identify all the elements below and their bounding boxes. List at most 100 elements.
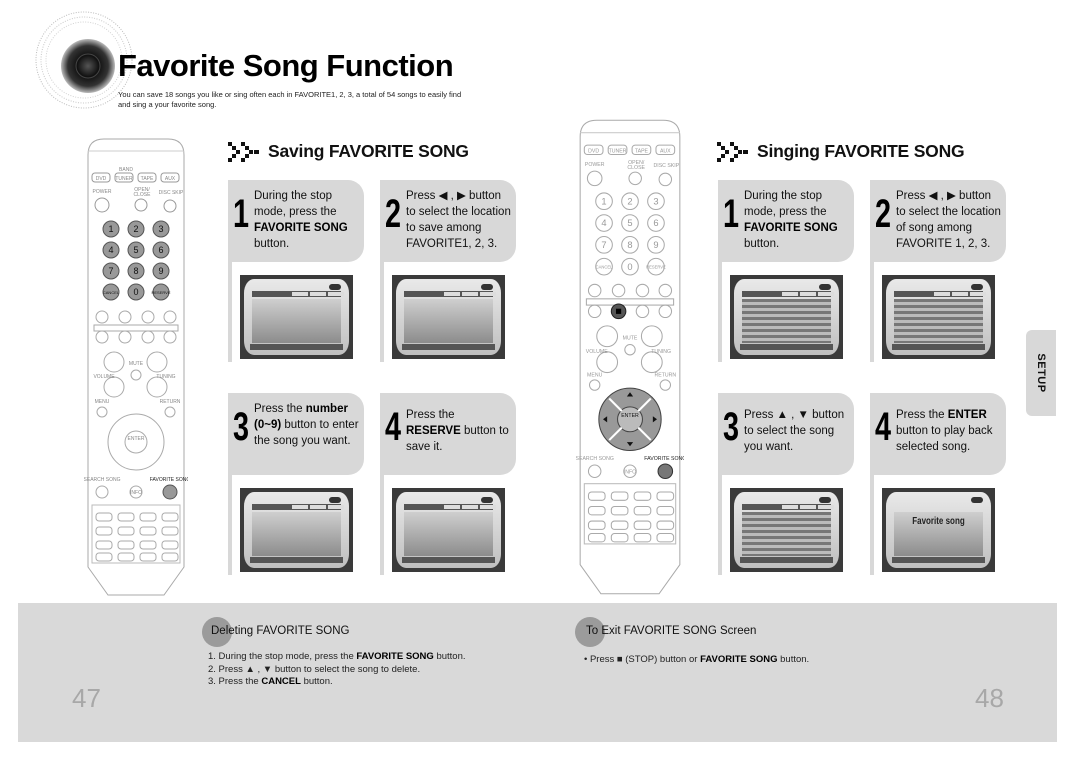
- svg-text:FAVORITE SONG: FAVORITE SONG: [150, 477, 188, 483]
- svg-text:INFO: INFO: [130, 490, 142, 496]
- svg-text:ENTER: ENTER: [621, 413, 639, 419]
- svg-text:TAPE: TAPE: [141, 176, 154, 182]
- svg-text:RETURN: RETURN: [160, 399, 181, 405]
- remote-control-right: DVD TUNER TAPE AUX POWER OPEN/CLOSE DISC S…: [576, 118, 684, 596]
- svg-text:POWER: POWER: [585, 162, 605, 168]
- svg-text:TUNER: TUNER: [609, 148, 627, 154]
- svg-text:SEARCH SONG: SEARCH SONG: [576, 456, 614, 462]
- svg-text:TUNER: TUNER: [115, 176, 133, 182]
- svg-text:3: 3: [158, 224, 163, 234]
- tv-screenshot: Favorite song: [882, 488, 995, 572]
- svg-text:9: 9: [158, 266, 163, 276]
- tv-screenshot: [392, 275, 505, 359]
- setup-tab-label: SETUP: [1035, 353, 1047, 393]
- svg-text:TUNING: TUNING: [651, 349, 671, 355]
- exit-steps: • Press ■ (STOP) button or FAVORITE SONG…: [584, 654, 809, 667]
- double-chevron-icon: [228, 142, 259, 162]
- deleting-title: Deleting FAVORITE SONG: [211, 625, 350, 637]
- page-title: Favorite Song Function: [118, 48, 454, 83]
- saving-heading-text: Saving FAVORITE SONG: [268, 140, 469, 161]
- saving-step-4: 4 Press the RESERVE button to save it.: [380, 393, 516, 575]
- svg-text:DVD: DVD: [588, 148, 599, 154]
- tv-screenshot: [392, 488, 505, 572]
- svg-text:6: 6: [158, 245, 163, 255]
- svg-text:1: 1: [601, 196, 606, 206]
- step-number: 4: [385, 405, 402, 449]
- step-number: 1: [233, 192, 250, 236]
- step-description: Press the ENTER button to play back sele…: [896, 409, 993, 453]
- svg-text:0: 0: [133, 287, 138, 297]
- intro-line-1: You can save 18 songs you like or sing o…: [118, 90, 462, 99]
- step-description: Press ◀ , ▶ button to select the locatio…: [896, 190, 1001, 250]
- svg-text:MENU: MENU: [587, 373, 603, 379]
- svg-text:VOLUME: VOLUME: [586, 349, 608, 355]
- step-description: During the stop mode, press the FAVORITE…: [254, 190, 348, 250]
- svg-text:8: 8: [133, 266, 138, 276]
- svg-text:4: 4: [108, 245, 113, 255]
- svg-text:TAPE: TAPE: [635, 148, 649, 154]
- page-number-right: 48: [975, 683, 1004, 713]
- footer-band: [18, 603, 1057, 742]
- step-number: 2: [385, 192, 402, 236]
- tv-screenshot: [730, 488, 843, 572]
- singing-step-4: 4 Press the ENTER button to play back se…: [870, 393, 1006, 575]
- step-description: Press the RESERVE button to save it.: [406, 409, 509, 453]
- svg-text:0: 0: [627, 262, 632, 272]
- svg-text:RESERVE: RESERVE: [151, 290, 170, 295]
- svg-text:9: 9: [653, 240, 658, 250]
- svg-text:7: 7: [108, 266, 113, 276]
- singing-step-2: 2 Press ◀ , ▶ button to select the locat…: [870, 180, 1006, 362]
- exit-step: • Press ■ (STOP) button or FAVORITE SONG…: [584, 654, 810, 665]
- svg-text:AUX: AUX: [165, 176, 176, 182]
- svg-text:SEARCH SONG: SEARCH SONG: [84, 477, 121, 483]
- step-description: Press the number (0~9) button to enter t…: [254, 403, 359, 447]
- svg-text:CLOSE: CLOSE: [627, 165, 645, 171]
- tv-screenshot: [730, 275, 843, 359]
- singing-heading: Singing FAVORITE SONG: [717, 140, 965, 162]
- svg-text:6: 6: [653, 218, 658, 228]
- svg-text:DVD: DVD: [96, 176, 107, 182]
- tv-screenshot: [882, 275, 995, 359]
- svg-text:INFO: INFO: [624, 469, 636, 475]
- svg-text:RESERVE: RESERVE: [646, 265, 666, 270]
- intro-text: You can save 18 songs you like or sing o…: [118, 90, 508, 110]
- setup-side-tab[interactable]: SETUP: [1026, 330, 1056, 416]
- svg-text:AUX: AUX: [660, 148, 671, 154]
- svg-text:1: 1: [108, 224, 113, 234]
- svg-text:DISC SKIP: DISC SKIP: [654, 163, 680, 169]
- deleting-step: 2. Press ▲ , ▼ button to select the song…: [208, 663, 421, 675]
- svg-text:MUTE: MUTE: [623, 335, 638, 341]
- svg-text:FAVORITE SONG: FAVORITE SONG: [644, 456, 684, 462]
- band-label: BAND: [119, 167, 133, 173]
- saving-heading: Saving FAVORITE SONG: [228, 140, 469, 162]
- svg-text:MENU: MENU: [95, 399, 110, 405]
- step-number: 3: [233, 405, 250, 449]
- remote-body-icon: BAND DVD TUNER TAPE AUX POWER OPEN/CLOSE D…: [84, 138, 188, 596]
- svg-text:TUNING: TUNING: [156, 374, 175, 380]
- svg-text:2: 2: [133, 224, 138, 234]
- tv-screenshot: [240, 275, 353, 359]
- deleting-step: 3. Press the CANCEL button.: [208, 676, 333, 687]
- step-description: Press ▲ , ▼ button to select the song yo…: [744, 409, 845, 453]
- svg-text:4: 4: [601, 218, 606, 228]
- step-number: 3: [723, 405, 740, 449]
- step-number: 1: [723, 192, 740, 236]
- svg-text:RETURN: RETURN: [654, 373, 676, 379]
- tv-screenshot: [240, 488, 353, 572]
- svg-text:VOLUME: VOLUME: [93, 374, 115, 380]
- step-number: 4: [875, 405, 892, 449]
- deleting-step: 1. During the stop mode, press the FAVOR…: [208, 651, 466, 662]
- svg-text:DISC SKIP: DISC SKIP: [159, 190, 184, 196]
- step-description: Press ◀ , ▶ button to select the locatio…: [406, 190, 511, 250]
- svg-text:2: 2: [627, 196, 632, 206]
- svg-text:5: 5: [133, 245, 138, 255]
- svg-text:POWER: POWER: [93, 189, 112, 195]
- singing-step-1: 1 During the stop mode, press the FAVORI…: [718, 180, 854, 362]
- svg-text:ENTER: ENTER: [128, 436, 145, 442]
- saving-step-1: 1 During the stop mode, press the FAVORI…: [228, 180, 364, 362]
- step-number: 2: [875, 192, 892, 236]
- remote-control-left: BAND DVD TUNER TAPE AUX POWER OPEN/CLOSE D…: [84, 137, 188, 597]
- exit-title: To Exit FAVORITE SONG Screen: [586, 625, 757, 637]
- svg-text:CLOSE: CLOSE: [134, 192, 152, 198]
- svg-text:7: 7: [601, 240, 606, 250]
